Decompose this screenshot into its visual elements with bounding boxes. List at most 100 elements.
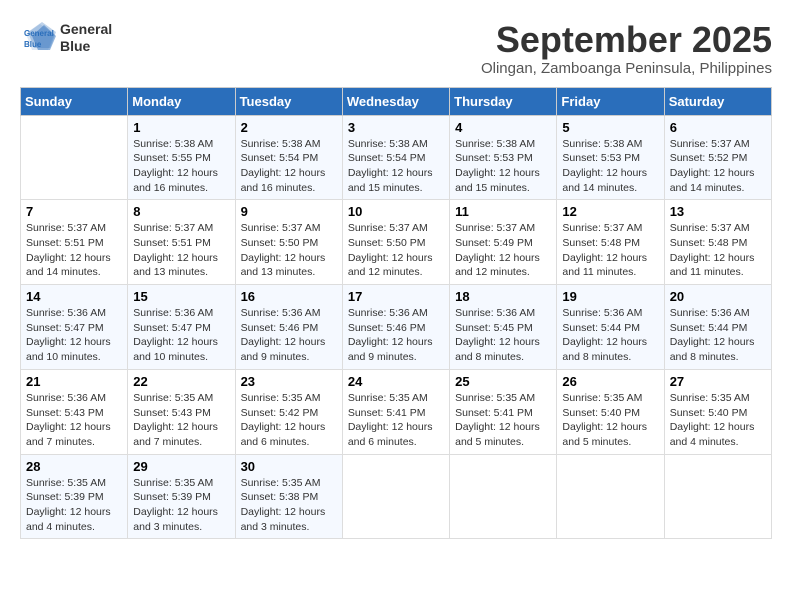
day-info: Sunrise: 5:35 AMSunset: 5:41 PMDaylight:… [455,391,551,450]
calendar-cell: 27 Sunrise: 5:35 AMSunset: 5:40 PMDayligh… [664,369,771,454]
day-info: Sunrise: 5:36 AMSunset: 5:44 PMDaylight:… [670,306,766,365]
day-info: Sunrise: 5:35 AMSunset: 5:39 PMDaylight:… [26,476,122,535]
day-info: Sunrise: 5:38 AMSunset: 5:55 PMDaylight:… [133,137,229,196]
calendar-week-1: 1Sunrise: 5:38 AMSunset: 5:55 PMDaylight… [21,115,772,200]
day-number: 5 [562,120,658,135]
day-info: Sunrise: 5:36 AMSunset: 5:44 PMDaylight:… [562,306,658,365]
calendar-cell: 19 Sunrise: 5:36 AMSunset: 5:44 PMDayligh… [557,285,664,370]
calendar-cell: 6 Sunrise: 5:37 AMSunset: 5:52 PMDaylight… [664,115,771,200]
day-number: 25 [455,374,551,389]
day-info: Sunrise: 5:37 AMSunset: 5:48 PMDaylight:… [670,221,766,280]
logo-text-blue: Blue [60,38,112,55]
day-number: 15 [133,289,229,304]
calendar-cell: 12Sunrise: 5:37 AMSunset: 5:48 PMDayligh… [557,200,664,285]
day-number: 16 [241,289,337,304]
calendar-cell: 30Sunrise: 5:35 AMSunset: 5:38 PMDayligh… [235,454,342,539]
day-info: Sunrise: 5:36 AMSunset: 5:46 PMDaylight:… [348,306,444,365]
calendar-cell: 20 Sunrise: 5:36 AMSunset: 5:44 PMDayligh… [664,285,771,370]
calendar-week-2: 7Sunrise: 5:37 AMSunset: 5:51 PMDaylight… [21,200,772,285]
calendar-cell: 23 Sunrise: 5:35 AMSunset: 5:42 PMDayligh… [235,369,342,454]
calendar-cell: 3 Sunrise: 5:38 AMSunset: 5:54 PMDaylight… [342,115,449,200]
calendar-cell: 2 Sunrise: 5:38 AMSunset: 5:54 PMDaylight… [235,115,342,200]
calendar-cell: 22Sunrise: 5:35 AMSunset: 5:43 PMDayligh… [128,369,235,454]
calendar-cell: 1Sunrise: 5:38 AMSunset: 5:55 PMDaylight… [128,115,235,200]
day-number: 2 [241,120,337,135]
calendar-cell: 11 Sunrise: 5:37 AMSunset: 5:49 PMDayligh… [450,200,557,285]
logo-icon: General Blue [20,20,56,56]
day-info: Sunrise: 5:37 AMSunset: 5:49 PMDaylight:… [455,221,551,280]
calendar-week-3: 14Sunrise: 5:36 AMSunset: 5:47 PMDayligh… [21,285,772,370]
day-number: 19 [562,289,658,304]
calendar-cell: 4Sunrise: 5:38 AMSunset: 5:53 PMDaylight… [450,115,557,200]
col-header-saturday: Saturday [664,87,771,115]
svg-text:General: General [24,29,54,38]
day-number: 20 [670,289,766,304]
calendar-cell: 25 Sunrise: 5:35 AMSunset: 5:41 PMDayligh… [450,369,557,454]
col-header-thursday: Thursday [450,87,557,115]
calendar-cell: 18Sunrise: 5:36 AMSunset: 5:45 PMDayligh… [450,285,557,370]
day-info: Sunrise: 5:35 AMSunset: 5:40 PMDaylight:… [562,391,658,450]
day-info: Sunrise: 5:38 AMSunset: 5:53 PMDaylight:… [562,137,658,196]
day-info: Sunrise: 5:38 AMSunset: 5:54 PMDaylight:… [348,137,444,196]
calendar-cell: 10 Sunrise: 5:37 AMSunset: 5:50 PMDayligh… [342,200,449,285]
calendar-header-row: SundayMondayTuesdayWednesdayThursdayFrid… [21,87,772,115]
calendar-table: SundayMondayTuesdayWednesdayThursdayFrid… [20,87,772,540]
day-info: Sunrise: 5:37 AMSunset: 5:51 PMDaylight:… [133,221,229,280]
day-info: Sunrise: 5:35 AMSunset: 5:38 PMDaylight:… [241,476,337,535]
calendar-cell: 21Sunrise: 5:36 AMSunset: 5:43 PMDayligh… [21,369,128,454]
title-block: September 2025 Olingan, Zamboanga Penins… [481,20,772,77]
calendar-cell [450,454,557,539]
col-header-friday: Friday [557,87,664,115]
calendar-cell: 28 Sunrise: 5:35 AMSunset: 5:39 PMDayligh… [21,454,128,539]
day-info: Sunrise: 5:36 AMSunset: 5:46 PMDaylight:… [241,306,337,365]
day-number: 13 [670,204,766,219]
calendar-cell [557,454,664,539]
day-number: 23 [241,374,337,389]
calendar-cell: 14Sunrise: 5:36 AMSunset: 5:47 PMDayligh… [21,285,128,370]
calendar-cell: 5 Sunrise: 5:38 AMSunset: 5:53 PMDaylight… [557,115,664,200]
day-number: 17 [348,289,444,304]
day-number: 11 [455,204,551,219]
day-number: 18 [455,289,551,304]
day-number: 8 [133,204,229,219]
day-number: 29 [133,459,229,474]
day-number: 3 [348,120,444,135]
day-info: Sunrise: 5:35 AMSunset: 5:40 PMDaylight:… [670,391,766,450]
day-info: Sunrise: 5:38 AMSunset: 5:54 PMDaylight:… [241,137,337,196]
day-number: 21 [26,374,122,389]
logo-text-general: General [60,21,112,38]
calendar-cell [664,454,771,539]
day-number: 9 [241,204,337,219]
logo: General Blue General Blue [20,20,112,56]
calendar-cell: 16 Sunrise: 5:36 AMSunset: 5:46 PMDayligh… [235,285,342,370]
day-info: Sunrise: 5:37 AMSunset: 5:50 PMDaylight:… [241,221,337,280]
calendar-cell: 24Sunrise: 5:35 AMSunset: 5:41 PMDayligh… [342,369,449,454]
day-number: 6 [670,120,766,135]
day-info: Sunrise: 5:37 AMSunset: 5:52 PMDaylight:… [670,137,766,196]
day-info: Sunrise: 5:36 AMSunset: 5:47 PMDaylight:… [26,306,122,365]
calendar-cell: 9 Sunrise: 5:37 AMSunset: 5:50 PMDaylight… [235,200,342,285]
day-info: Sunrise: 5:37 AMSunset: 5:51 PMDaylight:… [26,221,122,280]
day-number: 27 [670,374,766,389]
day-info: Sunrise: 5:35 AMSunset: 5:42 PMDaylight:… [241,391,337,450]
month-title: September 2025 [481,20,772,60]
col-header-wednesday: Wednesday [342,87,449,115]
calendar-cell: 29 Sunrise: 5:35 AMSunset: 5:39 PMDayligh… [128,454,235,539]
calendar-cell: 26 Sunrise: 5:35 AMSunset: 5:40 PMDayligh… [557,369,664,454]
col-header-monday: Monday [128,87,235,115]
day-number: 24 [348,374,444,389]
calendar-cell: 17 Sunrise: 5:36 AMSunset: 5:46 PMDayligh… [342,285,449,370]
day-number: 26 [562,374,658,389]
calendar-cell: 8 Sunrise: 5:37 AMSunset: 5:51 PMDaylight… [128,200,235,285]
day-info: Sunrise: 5:36 AMSunset: 5:47 PMDaylight:… [133,306,229,365]
col-header-tuesday: Tuesday [235,87,342,115]
day-number: 10 [348,204,444,219]
day-info: Sunrise: 5:35 AMSunset: 5:39 PMDaylight:… [133,476,229,535]
day-info: Sunrise: 5:37 AMSunset: 5:50 PMDaylight:… [348,221,444,280]
calendar-cell [342,454,449,539]
day-number: 12 [562,204,658,219]
calendar-cell: 7Sunrise: 5:37 AMSunset: 5:51 PMDaylight… [21,200,128,285]
calendar-cell [21,115,128,200]
day-number: 28 [26,459,122,474]
day-info: Sunrise: 5:35 AMSunset: 5:43 PMDaylight:… [133,391,229,450]
